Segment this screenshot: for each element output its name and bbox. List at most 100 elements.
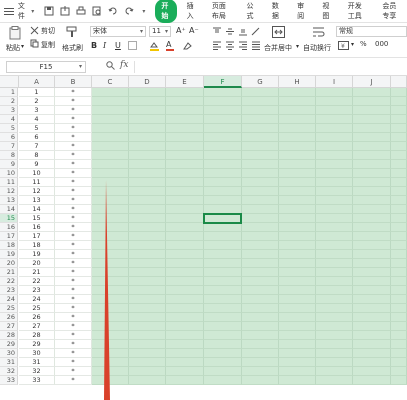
cell[interactable] [316, 214, 353, 223]
cell[interactable] [242, 124, 279, 133]
tab-3[interactable]: 公式 [241, 0, 262, 23]
cell[interactable] [166, 286, 204, 295]
cell[interactable] [316, 358, 353, 367]
cell[interactable] [353, 88, 391, 97]
row-header[interactable]: 26 [0, 313, 18, 322]
cell[interactable] [391, 205, 407, 214]
cell[interactable] [129, 367, 166, 376]
cell-a[interactable]: 7 [19, 142, 55, 151]
align-center-icon[interactable] [225, 41, 235, 52]
paste-button[interactable]: 粘贴 [6, 43, 20, 53]
cell-a[interactable]: 20 [19, 259, 55, 268]
save-icon[interactable] [44, 6, 54, 16]
cell[interactable] [279, 313, 316, 322]
clear-format-icon[interactable] [182, 41, 192, 53]
cell[interactable] [391, 367, 407, 376]
wrap-text-button[interactable]: 自动换行 [303, 43, 331, 53]
row-header[interactable]: 23 [0, 286, 18, 295]
cell[interactable] [316, 196, 353, 205]
cell[interactable] [166, 313, 204, 322]
cell[interactable] [391, 160, 407, 169]
row-header[interactable]: 5 [0, 124, 18, 133]
cell[interactable] [242, 196, 279, 205]
font-name-select[interactable]: 宋体 ▾ [90, 26, 146, 37]
cell-b[interactable]: * [55, 151, 92, 160]
cell-a[interactable]: 29 [19, 340, 55, 349]
cell[interactable] [129, 205, 166, 214]
cell-a[interactable]: 14 [19, 205, 55, 214]
cell[interactable] [166, 151, 204, 160]
cell[interactable] [92, 133, 129, 142]
cell[interactable] [353, 367, 391, 376]
cell-b[interactable]: * [55, 322, 92, 331]
cell[interactable] [242, 214, 279, 223]
cell[interactable] [166, 133, 204, 142]
cell[interactable] [353, 124, 391, 133]
cell[interactable] [353, 106, 391, 115]
cell-a[interactable]: 18 [19, 241, 55, 250]
cell[interactable] [353, 223, 391, 232]
cell-a[interactable]: 13 [19, 196, 55, 205]
row-header[interactable]: 6 [0, 133, 18, 142]
row-header[interactable]: 29 [0, 340, 18, 349]
cell[interactable] [242, 295, 279, 304]
cell[interactable] [279, 304, 316, 313]
cell-b[interactable]: * [55, 178, 92, 187]
cell[interactable] [353, 277, 391, 286]
cell[interactable] [242, 151, 279, 160]
border-icon[interactable] [128, 41, 137, 52]
cell[interactable] [242, 286, 279, 295]
align-left-icon[interactable] [212, 41, 222, 52]
cell[interactable] [166, 205, 204, 214]
cell[interactable] [316, 268, 353, 277]
row-header[interactable]: 25 [0, 304, 18, 313]
cell[interactable] [166, 124, 204, 133]
cell[interactable] [204, 331, 242, 340]
cell[interactable] [353, 169, 391, 178]
cell-b[interactable]: * [55, 241, 92, 250]
cell[interactable] [316, 232, 353, 241]
copy-button[interactable]: 复制 [41, 40, 55, 50]
font-color-icon[interactable]: A [166, 40, 174, 51]
cell[interactable] [166, 97, 204, 106]
cell-a[interactable]: 19 [19, 250, 55, 259]
cell[interactable] [242, 115, 279, 124]
print-icon[interactable] [76, 6, 86, 16]
cell[interactable] [279, 223, 316, 232]
cell[interactable] [353, 313, 391, 322]
undo-icon[interactable] [108, 6, 118, 16]
cell-b[interactable]: * [55, 277, 92, 286]
row-header[interactable]: 16 [0, 223, 18, 232]
cell[interactable] [391, 268, 407, 277]
cell[interactable] [279, 241, 316, 250]
cell-b[interactable]: * [55, 214, 92, 223]
cell[interactable] [279, 142, 316, 151]
cell[interactable] [242, 313, 279, 322]
export-icon[interactable] [60, 6, 70, 16]
cell[interactable] [166, 223, 204, 232]
cell[interactable] [92, 115, 129, 124]
cell[interactable] [316, 295, 353, 304]
cell[interactable] [242, 232, 279, 241]
cell[interactable] [279, 376, 316, 385]
cell[interactable] [316, 304, 353, 313]
cell-b[interactable]: * [55, 358, 92, 367]
cell-b[interactable]: * [55, 259, 92, 268]
cell[interactable] [166, 178, 204, 187]
row-header[interactable]: 17 [0, 232, 18, 241]
cell[interactable] [129, 322, 166, 331]
cell-b[interactable]: * [55, 331, 92, 340]
cell[interactable] [166, 169, 204, 178]
cell[interactable] [92, 142, 129, 151]
cell[interactable] [316, 115, 353, 124]
cell[interactable] [391, 88, 407, 97]
cell[interactable] [204, 223, 242, 232]
cell[interactable] [316, 250, 353, 259]
cell[interactable] [204, 169, 242, 178]
cell[interactable] [279, 88, 316, 97]
cell-b[interactable]: * [55, 295, 92, 304]
cell[interactable] [353, 349, 391, 358]
paste-icon[interactable] [8, 26, 22, 42]
cell[interactable] [242, 304, 279, 313]
cell-a[interactable]: 2 [19, 97, 55, 106]
